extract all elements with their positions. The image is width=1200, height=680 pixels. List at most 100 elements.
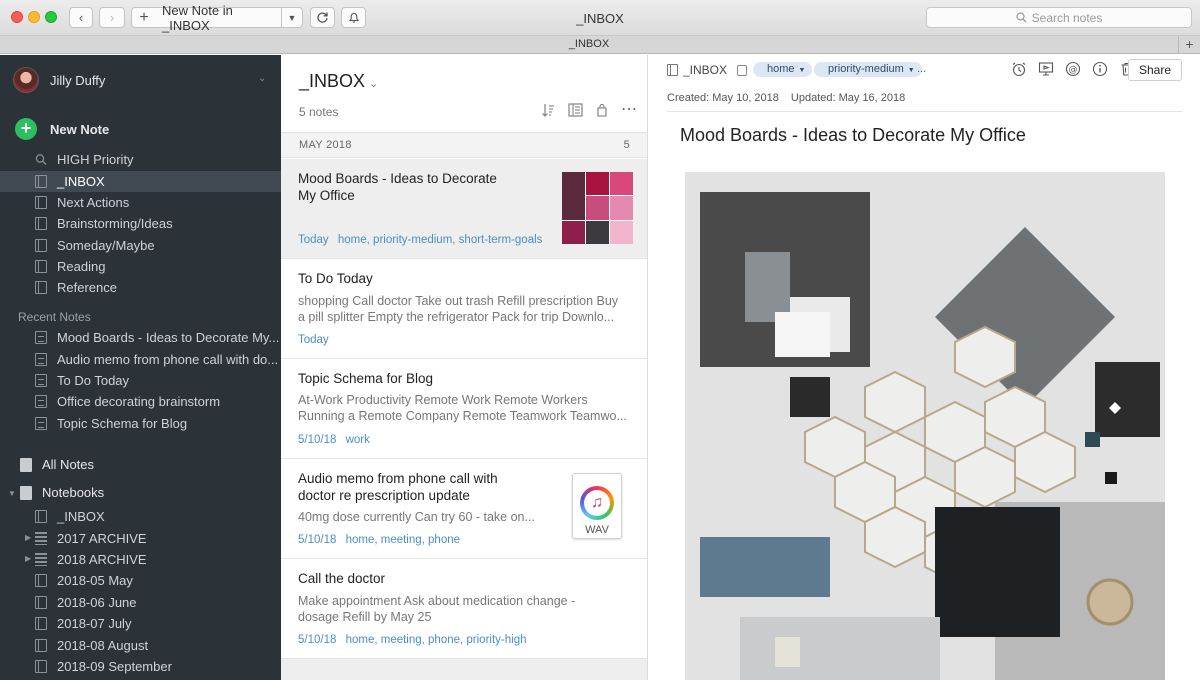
notebook-stack-item[interactable]: 2017 ARCHIVE [0, 528, 281, 549]
sync-button[interactable] [310, 7, 335, 28]
note-title-line: My Office [298, 188, 355, 203]
divider [667, 111, 1182, 112]
sidebar-new-note-button[interactable]: + New Note [15, 118, 109, 140]
note-card[interactable]: Mood Boards - Ideas to Decorate My Offic… [281, 159, 647, 259]
note-tags: home, meeting, phone, priority-high [345, 634, 527, 646]
view-options-icon[interactable] [568, 103, 583, 117]
tile-samples-illustration [685, 172, 1165, 680]
at-mention-icon[interactable]: @ [1065, 61, 1081, 77]
chevron-down-icon: ▼ [798, 67, 806, 74]
recent-note-item[interactable]: Audio memo from phone call with do... [0, 349, 281, 370]
note-icon [35, 331, 47, 344]
shortcut-label: HIGH Priority [57, 152, 134, 167]
notebooks-label: Notebooks [42, 485, 105, 500]
notebook-label: _INBOX [57, 509, 105, 524]
activity-button[interactable] [341, 7, 366, 28]
note-card[interactable]: Call the doctor Make appointment Ask abo… [281, 559, 647, 659]
shortcut-brainstorming[interactable]: Brainstorming/Ideas [0, 213, 281, 234]
note-icon [35, 353, 47, 366]
note-card[interactable]: Audio memo from phone call with doctor r… [281, 459, 647, 559]
back-button[interactable]: ‹ [69, 7, 93, 28]
notebook-item[interactable]: 2018-09 September [0, 656, 281, 677]
music-icon [580, 486, 614, 520]
note-icon [35, 395, 47, 408]
recent-note-item[interactable]: Office decorating brainstorm [0, 391, 281, 412]
all-notes-item[interactable]: All Notes [20, 457, 94, 472]
notebook-icon [35, 175, 47, 188]
month-count: 5 [623, 139, 630, 151]
note-date: 5/10/18 [298, 534, 337, 546]
notebook-icon [35, 217, 47, 230]
note-card-meta: 5/10/18 home, meeting, phone [298, 534, 460, 546]
search-input[interactable]: Search notes [926, 7, 1192, 28]
tab-bar: _INBOX + [0, 36, 1200, 54]
more-options-icon[interactable]: ⋯ [621, 102, 637, 118]
lock-icon[interactable] [737, 64, 748, 76]
notebook-item[interactable]: 2018-08 August [0, 635, 281, 656]
shortcut-reference[interactable]: Reference [0, 277, 281, 298]
note-card[interactable]: To Do Today shopping Call doctor Take ou… [281, 259, 647, 359]
shortcut-someday-maybe[interactable]: Someday/Maybe [0, 235, 281, 256]
tag-pill[interactable]: home ▼ [753, 62, 813, 77]
notebook-title[interactable]: _INBOX ⌄ [299, 71, 378, 92]
note-snippet: Make appointment Ask about medication ch… [298, 593, 575, 625]
notebook-item[interactable]: 2018-07 July [0, 613, 281, 634]
note-card-title: To Do Today [298, 271, 373, 286]
notebook-item[interactable]: _INBOX [0, 506, 281, 527]
recent-note-item[interactable]: Topic Schema for Blog [0, 413, 281, 434]
present-icon[interactable] [1038, 61, 1054, 77]
note-card[interactable]: Topic Schema for Blog At-Work Productivi… [281, 359, 647, 459]
forward-button[interactable]: › [99, 7, 125, 28]
shortcut-inbox[interactable]: _INBOX [0, 171, 281, 192]
sidebar-new-note-label: New Note [50, 121, 110, 137]
note-dates: Created: May 10, 2018 Updated: May 16, 20… [667, 92, 905, 104]
note-card-title: Topic Schema for Blog [298, 371, 434, 386]
tag-pill[interactable]: priority-medium ▼ [814, 62, 922, 77]
chevron-down-icon[interactable]: ⌄ [258, 73, 266, 84]
notebook-share-icon[interactable] [596, 103, 608, 117]
notebook-icon [35, 260, 47, 273]
disclosure-triangle-icon[interactable]: ▼ [8, 489, 16, 498]
close-window-button[interactable] [11, 11, 23, 23]
notebook-item[interactable]: 2018-06 June [0, 592, 281, 613]
new-tab-button[interactable]: + [1178, 36, 1200, 54]
new-note-button[interactable]: + New Note in _INBOX ▼ [131, 3, 303, 33]
notebook-stack-icon [35, 553, 47, 566]
note-date: Today [298, 334, 329, 346]
notebook-title-text: _INBOX [299, 71, 366, 91]
notebook-label: 2018-05 May [57, 573, 133, 588]
notebook-stack-item[interactable]: 2018 ARCHIVE [0, 549, 281, 570]
plus-icon: + [139, 8, 149, 26]
note-icon [35, 417, 47, 430]
more-tags[interactable]: ... [917, 63, 926, 75]
shortcut-high-priority[interactable]: HIGH Priority [0, 149, 281, 170]
note-icon [35, 374, 47, 387]
zoom-window-button[interactable] [45, 11, 57, 23]
avatar [13, 67, 39, 93]
new-note-dropdown[interactable]: ▼ [281, 8, 302, 27]
account-switcher[interactable]: Jilly Duffy [13, 67, 105, 93]
note-title[interactable]: Mood Boards - Ideas to Decorate My Offic… [680, 125, 1026, 146]
tab-inbox[interactable]: _INBOX [0, 38, 1178, 50]
recent-note-label: To Do Today [57, 373, 130, 388]
recent-note-item[interactable]: To Do Today [0, 370, 281, 391]
info-icon[interactable] [1092, 61, 1108, 77]
notebooks-item[interactable]: Notebooks [20, 485, 104, 500]
sort-icon[interactable] [541, 103, 555, 117]
shortcut-reading[interactable]: Reading [0, 256, 281, 277]
notebook-label: 2018 ARCHIVE [57, 552, 147, 567]
month-label: MAY 2018 [299, 139, 352, 151]
note-count: 5 notes [299, 105, 339, 119]
shortcut-next-actions[interactable]: Next Actions [0, 192, 281, 213]
recent-note-item[interactable]: Mood Boards - Ideas to Decorate My... [0, 327, 281, 348]
notebook-icon [35, 617, 47, 630]
minimize-window-button[interactable] [28, 11, 40, 23]
notebook-label: 2018-08 August [57, 638, 149, 653]
note-title-line: doctor re prescription update [298, 488, 470, 503]
note-notebook-selector[interactable]: _INBOX [667, 63, 748, 77]
share-button[interactable]: Share [1128, 59, 1182, 81]
notebook-item[interactable]: 2018-05 May [0, 570, 281, 591]
sidebar: Jilly Duffy ⌄ + New Note HIGH Priority _… [0, 55, 281, 680]
alarm-clock-icon[interactable] [1011, 61, 1027, 77]
note-tags: home, priority-medium, short-term-goals [337, 234, 543, 246]
